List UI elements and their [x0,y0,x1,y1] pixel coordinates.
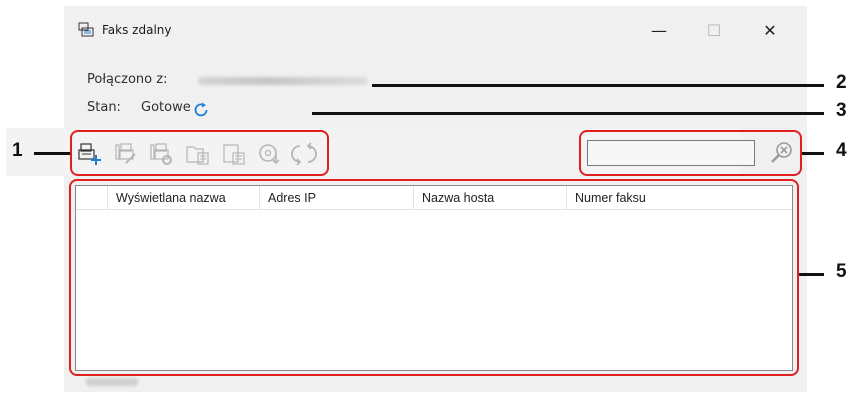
callout-box-1 [70,130,329,176]
title-bar: Faks zdalny — ☐ ✕ [64,6,807,50]
callout-line-4 [802,152,824,155]
callout-number-1: 1 [12,140,23,161]
callout-line-5 [799,273,824,276]
callout-number-2: 2 [836,72,847,93]
connected-label: Połączono z: [87,72,168,87]
minimize-button[interactable]: — [639,16,679,44]
callout-number-5: 5 [836,261,847,282]
maximize-button[interactable]: ☐ [694,16,734,44]
refresh-status-icon[interactable] [192,101,210,119]
callout-box-5 [69,179,799,376]
callout-number-3: 3 [836,100,847,121]
status-label: Stan: [87,100,121,115]
footer-version-redacted [86,378,138,386]
callout-line-3 [312,112,824,115]
close-button[interactable]: ✕ [750,16,790,44]
callout-line-2 [372,84,824,87]
status-value: Gotowe [141,100,191,115]
window-title: Faks zdalny [102,23,172,37]
callout-line-1 [34,152,70,155]
connected-host-redacted [198,77,368,85]
fax-app-icon [78,22,94,38]
callout-box-4 [579,130,802,176]
callout-number-4: 4 [836,140,847,161]
